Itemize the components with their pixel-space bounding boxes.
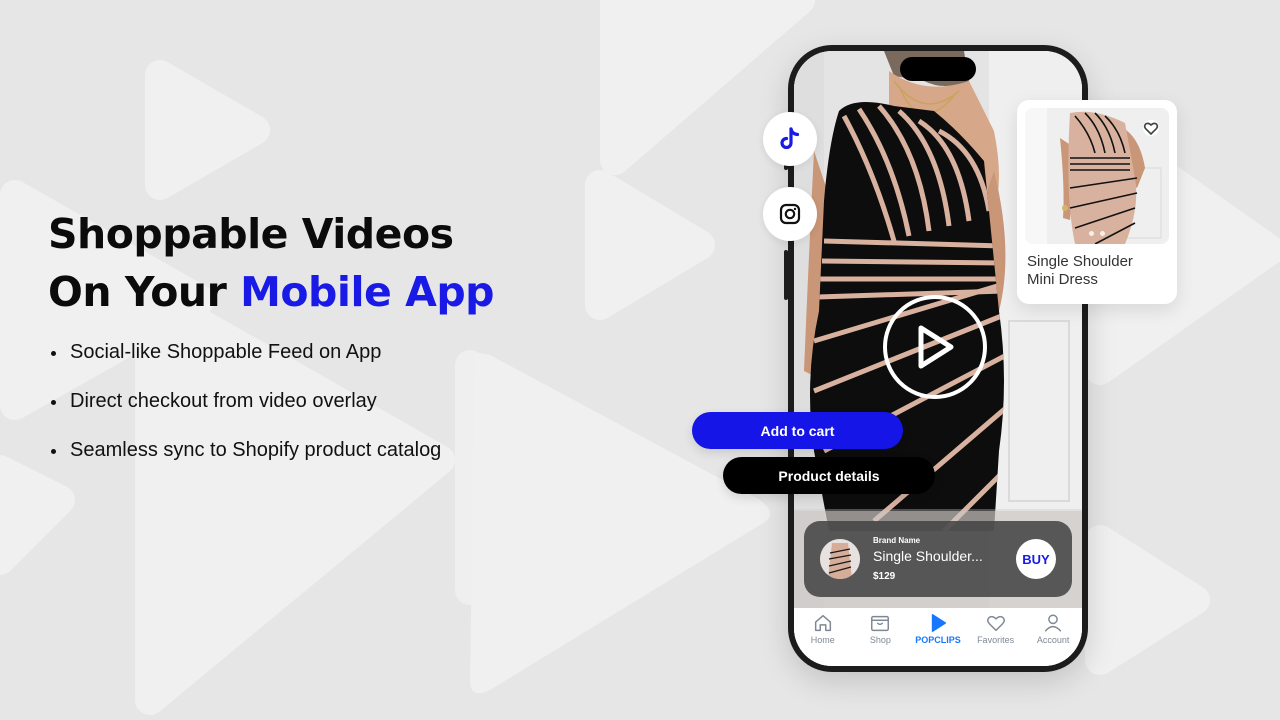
play-icon xyxy=(918,325,954,369)
tab-popclips[interactable]: POPCLIPS xyxy=(909,612,967,666)
tab-home[interactable]: Home xyxy=(794,612,852,666)
phone-side-button xyxy=(784,250,788,300)
user-icon xyxy=(1044,614,1062,632)
bullet-icon xyxy=(51,400,56,405)
heart-icon xyxy=(986,615,1005,632)
product-thumbnail xyxy=(820,539,860,579)
product-card-title: Single Shoulder Mini Dress xyxy=(1027,253,1133,289)
play-button[interactable] xyxy=(883,295,987,399)
instagram-button[interactable] xyxy=(763,187,817,241)
instagram-icon xyxy=(779,203,801,225)
product-name: Single Shoulder... xyxy=(873,548,983,564)
product-card-image xyxy=(1025,108,1169,244)
add-to-cart-button[interactable]: Add to cart xyxy=(692,412,903,449)
product-card-title-line2: Mini Dress xyxy=(1027,271,1098,288)
tiktok-icon xyxy=(780,127,800,150)
hero-section: Shoppable Videos On Your Mobile App Soci… xyxy=(48,205,495,488)
buy-button[interactable]: BUY xyxy=(1016,539,1056,579)
heart-icon xyxy=(1143,122,1159,136)
hero-title-line1: Shoppable Videos xyxy=(48,210,454,258)
feature-text: Social-like Shoppable Feed on App xyxy=(70,341,382,363)
feature-item: Seamless sync to Shopify product catalog xyxy=(48,439,494,488)
hero-title-line2-prefix: On Your xyxy=(48,268,241,316)
tab-account[interactable]: Account xyxy=(1024,612,1082,666)
product-brand: Brand Name xyxy=(873,536,921,545)
tab-label: Account xyxy=(1036,635,1070,645)
tab-shop[interactable]: Shop xyxy=(852,612,910,666)
product-card[interactable]: Single Shoulder Mini Dress xyxy=(1017,100,1177,304)
bullet-icon xyxy=(51,449,56,454)
feature-item: Social-like Shoppable Feed on App xyxy=(48,341,494,390)
bottom-tab-bar: Home Shop POPCLIPS Favorites Account xyxy=(794,608,1082,666)
tab-label: Home xyxy=(810,635,835,645)
feature-item: Direct checkout from video overlay xyxy=(48,390,494,439)
product-card-title-line1: Single Shoulder xyxy=(1027,253,1133,270)
carousel-dot[interactable] xyxy=(1089,231,1094,236)
dynamic-island xyxy=(900,57,976,81)
hero-title: Shoppable Videos On Your Mobile App xyxy=(48,205,495,321)
tab-label: Favorites xyxy=(977,635,1015,645)
carousel-dots xyxy=(1089,231,1105,236)
product-details-button[interactable]: Product details xyxy=(723,457,935,494)
tab-label: POPCLIPS xyxy=(915,635,961,645)
bg-triangle xyxy=(585,170,715,320)
bg-triangle xyxy=(1085,525,1210,675)
home-icon xyxy=(814,614,831,632)
tiktok-button[interactable] xyxy=(763,112,817,166)
favorite-button[interactable] xyxy=(1143,120,1159,136)
play-icon xyxy=(931,614,947,632)
product-bar[interactable]: Brand Name Single Shoulder... $129 BUY xyxy=(804,521,1072,597)
tab-label: Shop xyxy=(869,635,891,645)
tab-favorites[interactable]: Favorites xyxy=(967,612,1025,666)
hero-title-accent: Mobile App xyxy=(240,268,495,316)
bg-triangle xyxy=(470,353,770,694)
shop-icon xyxy=(871,615,890,632)
bg-triangle xyxy=(145,60,270,200)
feature-list: Social-like Shoppable Feed on App Direct… xyxy=(48,341,494,488)
feature-text: Direct checkout from video overlay xyxy=(70,390,377,412)
carousel-dot[interactable] xyxy=(1100,231,1105,236)
product-price: $129 xyxy=(873,571,896,582)
bullet-icon xyxy=(51,351,56,356)
feature-text: Seamless sync to Shopify product catalog xyxy=(70,439,442,461)
